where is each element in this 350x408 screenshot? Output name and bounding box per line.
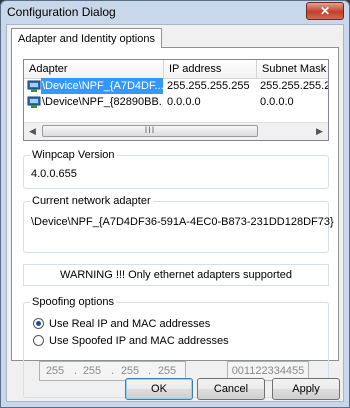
current-adapter-value: \Device\NPF_{A7D4DF36-591A-4EC0-B873-231…: [31, 216, 334, 228]
column-header-subnet-mask[interactable]: Subnet Mask: [257, 60, 328, 78]
winpcap-version-group: Winpcap Version 4.0.0.655: [23, 149, 329, 189]
adapter-list[interactable]: Adapter IP address Subnet Mask \Device\N…: [23, 59, 329, 141]
tab-page: Adapter IP address Subnet Mask \Device\N…: [11, 47, 339, 398]
network-adapter-icon: [27, 96, 41, 108]
window-title: Configuration Dialog: [7, 5, 116, 19]
tab-adapter-identity[interactable]: Adapter and Identity options: [11, 28, 162, 48]
cancel-button[interactable]: Cancel: [197, 378, 265, 400]
adapter-row[interactable]: \Device\NPF_{A7D4DF... 255.255.255.255 2…: [24, 78, 328, 94]
configuration-dialog: Configuration Dialog ✕ Adapter and Ident…: [0, 0, 350, 408]
current-adapter-group: Current network adapter \Device\NPF_{A7D…: [23, 195, 334, 253]
winpcap-version-label: Winpcap Version: [30, 149, 117, 162]
ok-button[interactable]: OK: [125, 378, 193, 400]
ip-address-cell: 255.255.255.255: [167, 80, 250, 92]
network-adapter-icon: [27, 80, 41, 92]
current-adapter-label: Current network adapter: [30, 195, 153, 208]
apply-button[interactable]: Apply: [272, 378, 340, 400]
real-addresses-label: Use Real IP and MAC addresses: [49, 318, 211, 330]
scroll-grip-icon: III: [144, 125, 156, 135]
ip-dot: .: [111, 365, 115, 377]
real-addresses-radio[interactable]: [33, 318, 44, 329]
spoofed-addresses-radio[interactable]: [33, 335, 44, 346]
warning-message: WARNING !!! Only ethernet adapters suppo…: [23, 264, 329, 286]
horizontal-scrollbar[interactable]: ◀ III ▶: [24, 122, 328, 140]
column-header-adapter[interactable]: Adapter: [24, 60, 164, 78]
scroll-left-icon[interactable]: ◀: [24, 123, 41, 140]
ip-octet-1: 255: [45, 365, 65, 377]
title-bar[interactable]: Configuration Dialog ✕: [1, 1, 349, 23]
column-header-ip-address[interactable]: IP address: [164, 60, 257, 78]
spoofing-options-label: Spoofing options: [30, 296, 116, 309]
adapter-name-cell: \Device\NPF_{A7D4DF...: [41, 78, 163, 94]
ip-dot: .: [74, 365, 78, 377]
subnet-mask-cell: 255.255.255.2: [260, 80, 328, 92]
scroll-thumb[interactable]: III: [42, 125, 258, 137]
ip-address-cell: 0.0.0.0: [167, 96, 201, 108]
dialog-client-area: Adapter and Identity options Adapter IP …: [6, 24, 344, 402]
spoofed-addresses-label: Use Spoofed IP and MAC addresses: [49, 335, 229, 347]
adapter-list-header: Adapter IP address Subnet Mask: [24, 60, 328, 79]
adapter-row[interactable]: \Device\NPF_{82890BB... 0.0.0.0 0.0.0.0: [24, 94, 328, 110]
close-icon: ✕: [319, 4, 331, 18]
winpcap-version-value: 4.0.0.655: [31, 168, 77, 180]
close-button[interactable]: ✕: [306, 2, 344, 20]
adapter-name-cell: \Device\NPF_{82890BB...: [42, 96, 163, 108]
scroll-right-icon[interactable]: ▶: [311, 123, 328, 140]
ip-octet-2: 255: [82, 365, 102, 377]
subnet-mask-cell: 0.0.0.0: [260, 96, 294, 108]
